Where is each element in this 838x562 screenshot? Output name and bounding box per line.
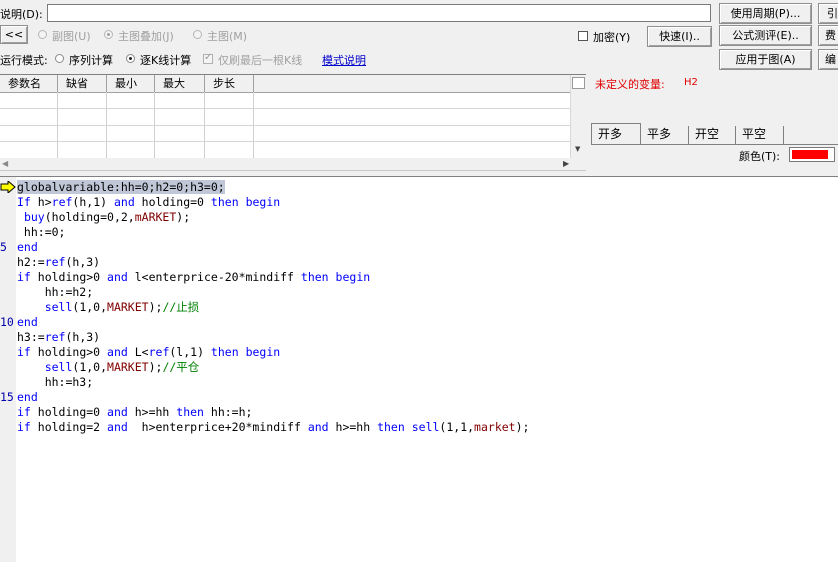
code-line[interactable]: sell(1,0,MARKET);//平仓: [17, 360, 529, 375]
code-editor[interactable]: 5 10 15 globalvariable:hh=0;h2=0;h3=0; If…: [0, 176, 838, 562]
param-col-default[interactable]: 缺省: [58, 75, 107, 92]
mode-help-link[interactable]: 模式说明: [322, 52, 366, 68]
param-vertical-scrollbar[interactable]: ▼: [570, 75, 587, 158]
encrypt-label: 加密(Y): [593, 31, 631, 44]
radio-overlay[interactable]: [104, 30, 113, 39]
radio-main[interactable]: [193, 30, 202, 39]
apply-to-chart-button[interactable]: 应用于图(A): [719, 49, 812, 70]
param-col-step[interactable]: 步长: [205, 75, 254, 92]
quick-button[interactable]: 快速(I)..: [647, 26, 712, 47]
code-line[interactable]: h2:=ref(h,3): [17, 255, 529, 270]
undefined-variable-value: H2: [684, 77, 698, 88]
encrypt-checkbox[interactable]: [578, 31, 588, 41]
param-col-min[interactable]: 最小: [107, 75, 155, 92]
tab-open-short[interactable]: 开空: [689, 126, 736, 145]
formula-test-button[interactable]: 公式测评(E)..: [719, 25, 812, 46]
code-line[interactable]: If h>ref(h,1) and holding=0 then begin: [17, 195, 529, 210]
tab-close-short[interactable]: 平空: [736, 126, 784, 145]
param-table-header: 参数名 缺省 最小 最大 步长: [0, 75, 570, 93]
scroll-down-arrow-icon[interactable]: ▼: [575, 145, 580, 153]
run-mode-label: 运行模式:: [0, 54, 48, 67]
radio-per-bar-label: 逐K线计算: [140, 54, 192, 67]
code-line[interactable]: if holding>0 and l<enterprice-20*mindiff…: [17, 270, 529, 285]
radio-subchart[interactable]: [38, 30, 47, 39]
param-table[interactable]: 参数名 缺省 最小 最大 步长 ▼ ◀ ▶: [0, 74, 587, 171]
refresh-last-label: 仅刷最后一根K线: [218, 54, 303, 67]
use-period-button[interactable]: 使用周期(P)...: [719, 3, 812, 24]
code-line[interactable]: hh:=h3;: [17, 375, 529, 390]
undefined-variable-label: 未定义的变量:: [595, 78, 665, 91]
param-col-max[interactable]: 最大: [155, 75, 205, 92]
tab-open-long[interactable]: 开多: [591, 123, 641, 145]
code-line[interactable]: hh:=0;: [17, 225, 529, 240]
code-line[interactable]: if holding=0 and h>=hh then hh:=h;: [17, 405, 529, 420]
radio-sequence-label: 序列计算: [69, 54, 113, 67]
radio-subchart-label: 副图(U): [52, 30, 91, 43]
radio-overlay-label: 主图叠加(J): [118, 30, 174, 43]
collapse-button[interactable]: <<: [0, 25, 28, 44]
cutoff-button-top[interactable]: 引: [818, 3, 838, 24]
scroll-thumb[interactable]: [572, 77, 585, 89]
refresh-last-checkbox[interactable]: [203, 52, 213, 64]
code-text[interactable]: globalvariable:hh=0;h2=0;h3=0; If h>ref(h…: [17, 180, 529, 435]
param-horizontal-scrollbar[interactable]: ◀ ▶: [0, 158, 586, 170]
code-line[interactable]: hh:=h2;: [17, 285, 529, 300]
radio-main-label: 主图(M): [207, 30, 248, 43]
cutoff-button-fee[interactable]: 费: [818, 25, 838, 46]
cutoff-button-edit[interactable]: 编: [818, 49, 838, 70]
code-line[interactable]: h3:=ref(h,3): [17, 330, 529, 345]
line-number: 5: [0, 240, 7, 254]
tab-close-long[interactable]: 平多: [641, 126, 689, 145]
code-line[interactable]: buy(holding=0,2,mARKET);: [17, 210, 529, 225]
radio-per-bar[interactable]: [126, 54, 135, 63]
color-swatch: [792, 150, 828, 159]
color-label: 颜色(T):: [739, 150, 781, 163]
description-label: 说明(D):: [0, 8, 43, 21]
code-line[interactable]: end: [17, 315, 529, 330]
color-dropdown[interactable]: [789, 147, 835, 162]
radio-sequence[interactable]: [55, 54, 64, 63]
scroll-left-arrow-icon[interactable]: ◀: [2, 159, 8, 168]
code-line[interactable]: end: [17, 240, 529, 255]
line-number: 10: [0, 315, 14, 329]
tab-panel-border: [591, 144, 838, 145]
code-line[interactable]: globalvariable:hh=0;h2=0;h3=0;: [17, 180, 529, 195]
param-col-name[interactable]: 参数名: [0, 75, 58, 92]
current-line-arrow-icon: [0, 181, 16, 193]
scroll-right-arrow-icon[interactable]: ▶: [563, 159, 569, 168]
code-line[interactable]: if holding>0 and L<ref(l,1) then begin: [17, 345, 529, 360]
line-number: 15: [0, 390, 14, 404]
code-line[interactable]: end: [17, 390, 529, 405]
editor-gutter: 5 10 15: [0, 177, 16, 562]
code-line[interactable]: if holding=2 and h>enterprice+20*mindiff…: [17, 420, 529, 435]
code-line[interactable]: sell(1,0,MARKET);//止损: [17, 300, 529, 315]
description-input[interactable]: [47, 4, 711, 22]
